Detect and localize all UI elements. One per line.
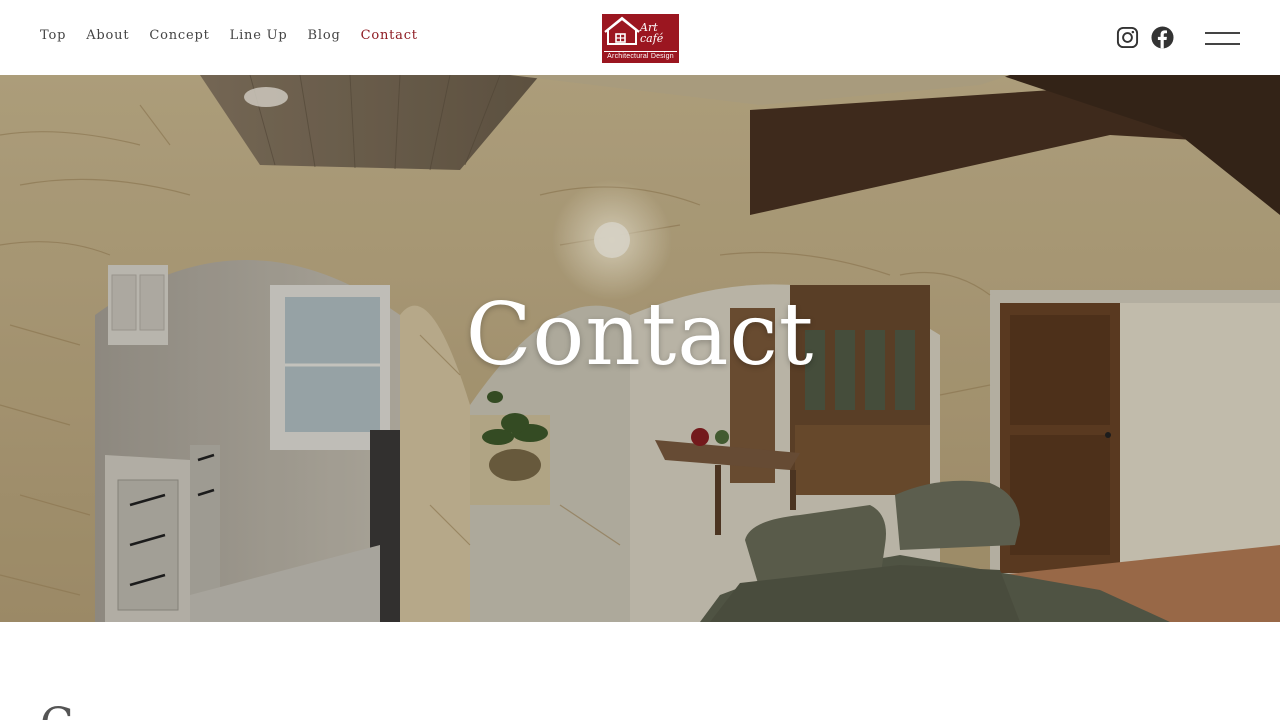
nav-link-line-up[interactable]: Line Up xyxy=(230,28,288,43)
logo-strap-text: Architectural Design xyxy=(604,51,677,60)
instagram-icon xyxy=(1116,26,1139,49)
hamburger-icon xyxy=(1205,32,1240,34)
nav-link-blog[interactable]: Blog xyxy=(308,28,341,43)
hero-banner: Contact xyxy=(0,75,1280,622)
page-title: Contact xyxy=(465,285,815,385)
site-header: Top About Concept Line Up Blog Contact A… xyxy=(0,0,1280,75)
nav-link-top[interactable]: Top xyxy=(40,28,66,43)
nav-link-concept[interactable]: Concept xyxy=(149,28,209,43)
facebook-link[interactable] xyxy=(1151,26,1174,49)
hamburger-icon-line xyxy=(1205,43,1240,45)
main-nav: Top About Concept Line Up Blog Contact xyxy=(40,28,418,43)
instagram-link[interactable] xyxy=(1116,26,1139,49)
menu-button[interactable] xyxy=(1205,32,1240,45)
nav-link-about[interactable]: About xyxy=(86,28,129,43)
logo-text: Art café xyxy=(640,21,664,45)
nav-link-contact[interactable]: Contact xyxy=(361,28,418,43)
site-logo[interactable]: Art café Architectural Design xyxy=(602,14,679,63)
section-heading: C xyxy=(40,700,74,720)
social-links xyxy=(1116,26,1174,49)
facebook-icon xyxy=(1151,26,1174,49)
